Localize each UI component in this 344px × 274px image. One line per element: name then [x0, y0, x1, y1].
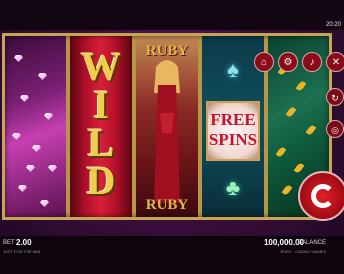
bet-label: BET [3, 240, 15, 246]
gear-icon[interactable]: ⚙ [278, 52, 298, 72]
autoplay-button[interactable]: ↻ [326, 88, 344, 106]
bet-value[interactable]: 2.00 [16, 238, 32, 247]
close-icon[interactable]: ✕ [326, 52, 344, 72]
spin-arrow-icon [311, 184, 335, 208]
game-screen: 20:20 W I L D RUBY RUBY ♠ FREE SPINS ♣ ⌂… [0, 0, 344, 274]
clock: 20:20 [325, 22, 341, 28]
home-icon[interactable]: ⌂ [254, 52, 274, 72]
bet-subtitle: JUST FOR THE WIN [3, 249, 41, 254]
bet-settings-button[interactable]: ◎ [326, 120, 344, 138]
balance-label: BALANCE [297, 240, 326, 246]
speaker-icon[interactable]: ♪ [302, 52, 322, 72]
balance-subtitle: RUBY - CASINO GAMES [280, 249, 327, 254]
spin-button[interactable] [298, 171, 344, 221]
top-bar [0, 0, 344, 30]
